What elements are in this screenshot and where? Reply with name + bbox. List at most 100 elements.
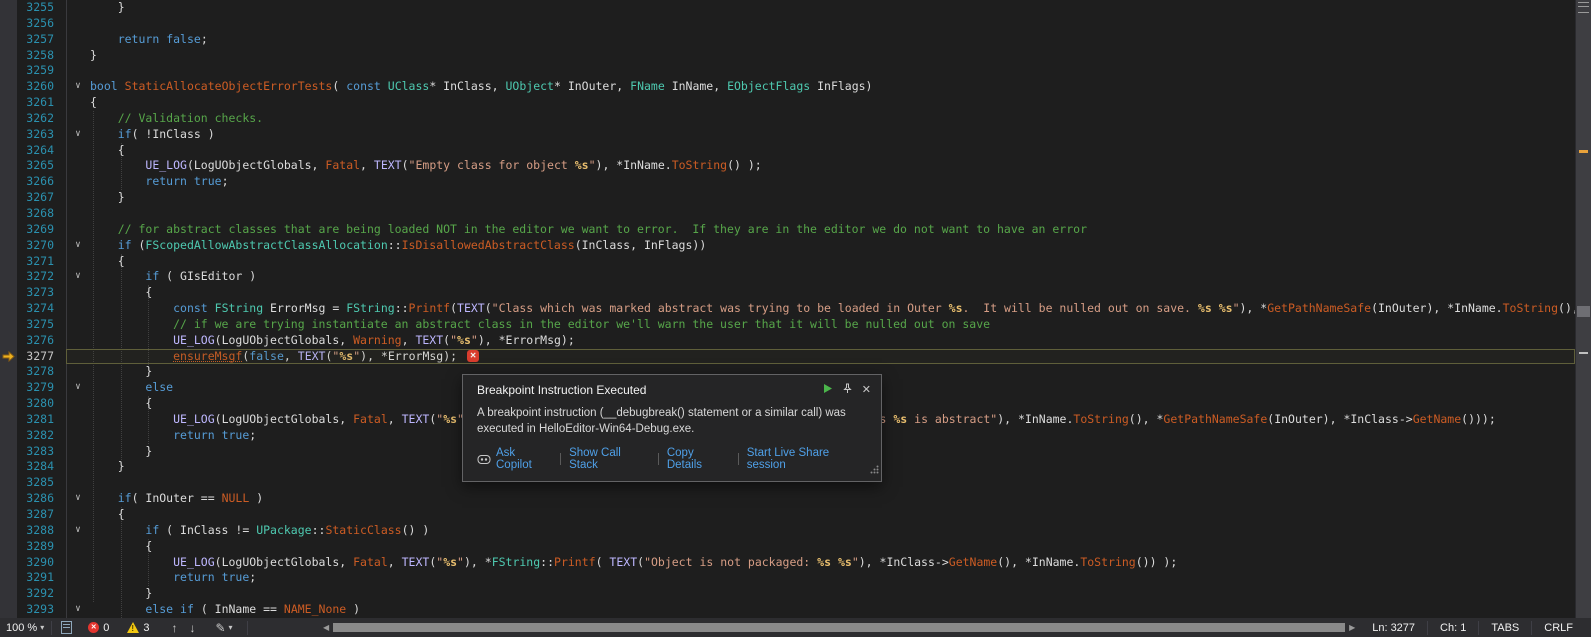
code-line[interactable]: 3271 { [0, 254, 1575, 270]
glyph-margin[interactable] [0, 491, 17, 507]
zoom-control[interactable]: 100 % ▾ [6, 622, 44, 634]
code-text[interactable] [90, 16, 1575, 32]
line-number[interactable]: 3292 [17, 586, 54, 602]
fold-chevron-icon[interactable]: ∨ [66, 523, 90, 539]
glyph-margin[interactable] [0, 174, 17, 190]
code-line[interactable]: 3270∨ if (FScopedAllowAbstractClassAlloc… [0, 238, 1575, 254]
code-text[interactable]: return true; [90, 570, 1575, 586]
glyph-margin[interactable] [0, 428, 17, 444]
document-health-icon[interactable] [61, 621, 72, 634]
glyph-margin[interactable] [0, 317, 17, 333]
close-icon[interactable]: ✕ [862, 385, 871, 396]
code-text[interactable]: } [90, 48, 1575, 64]
code-text[interactable]: UE_LOG(LogUObjectGlobals, Fatal, TEXT("E… [90, 158, 1575, 174]
glyph-margin[interactable] [0, 111, 17, 127]
line-number[interactable]: 3258 [17, 48, 54, 64]
line-number[interactable]: 3264 [17, 143, 54, 159]
ask-copilot-link[interactable]: Ask Copilot [496, 447, 552, 471]
line-number[interactable]: 3269 [17, 222, 54, 238]
line-number[interactable]: 3277 [17, 349, 54, 365]
glyph-margin[interactable] [0, 63, 17, 79]
splitter-grip-icon[interactable] [1578, 2, 1589, 13]
line-number[interactable]: 3261 [17, 95, 54, 111]
code-text[interactable]: if ( InClass != UPackage::StaticClass() … [90, 523, 1575, 539]
resize-grip[interactable] [870, 461, 879, 479]
glyph-margin[interactable] [0, 444, 17, 460]
code-line[interactable]: 3275 // if we are trying instantiate an … [0, 317, 1575, 333]
line-number[interactable]: 3293 [17, 602, 54, 618]
show-call-stack-link[interactable]: Show Call Stack [569, 447, 650, 471]
line-indicator[interactable]: Ln: 3277 [1360, 622, 1427, 634]
code-text[interactable]: if( !InClass ) [90, 127, 1575, 143]
code-text[interactable]: { [90, 539, 1575, 555]
fold-chevron-icon[interactable]: ∨ [66, 269, 90, 285]
code-line[interactable]: 3277 ensureMsgf(false, TEXT("%s"), *Erro… [0, 349, 1575, 365]
navigate-up-icon[interactable]: ↑ [171, 621, 177, 635]
glyph-margin[interactable] [0, 79, 17, 95]
indentation-indicator[interactable]: TABS [1479, 622, 1531, 634]
line-number[interactable]: 3265 [17, 158, 54, 174]
code-line[interactable]: 3267 } [0, 190, 1575, 206]
glyph-margin[interactable] [0, 507, 17, 523]
line-number[interactable]: 3257 [17, 32, 54, 48]
code-text[interactable]: UE_LOG(LogUObjectGlobals, Warning, TEXT(… [90, 333, 1575, 349]
glyph-margin[interactable] [0, 602, 17, 618]
scroll-right-icon[interactable]: ▶ [1347, 623, 1357, 632]
scrollbar-thumb[interactable] [1577, 306, 1590, 317]
code-line[interactable]: 3262 // Validation checks. [0, 111, 1575, 127]
glyph-margin[interactable] [0, 333, 17, 349]
glyph-margin[interactable] [0, 380, 17, 396]
code-line[interactable]: 3274 const FString ErrorMsg = FString::P… [0, 301, 1575, 317]
code-text[interactable] [90, 206, 1575, 222]
continue-execution-icon[interactable] [822, 383, 833, 397]
code-line[interactable]: 3290 UE_LOG(LogUObjectGlobals, Fatal, TE… [0, 555, 1575, 571]
glyph-margin[interactable] [0, 285, 17, 301]
line-number[interactable]: 3288 [17, 523, 54, 539]
glyph-margin[interactable] [0, 586, 17, 602]
code-line[interactable]: 3289 { [0, 539, 1575, 555]
code-text[interactable]: } [90, 0, 1575, 16]
fold-chevron-icon[interactable]: ∨ [66, 380, 90, 396]
fold-chevron-icon[interactable]: ∨ [66, 602, 90, 618]
code-text[interactable]: } [90, 190, 1575, 206]
line-number[interactable]: 3287 [17, 507, 54, 523]
fold-chevron-icon[interactable]: ∨ [66, 127, 90, 143]
code-line[interactable]: 3292 } [0, 586, 1575, 602]
horizontal-scrollbar-thumb[interactable] [333, 623, 1345, 632]
glyph-margin[interactable] [0, 570, 17, 586]
code-text[interactable]: { [90, 143, 1575, 159]
code-line[interactable]: 3272∨ if ( GIsEditor ) [0, 269, 1575, 285]
glyph-margin[interactable] [0, 238, 17, 254]
glyph-margin[interactable] [0, 459, 17, 475]
line-number[interactable]: 3275 [17, 317, 54, 333]
glyph-margin[interactable] [0, 396, 17, 412]
line-number[interactable]: 3268 [17, 206, 54, 222]
annotation-pen-control[interactable]: ✎ ▾ [215, 621, 232, 635]
line-number[interactable]: 3270 [17, 238, 54, 254]
line-number[interactable]: 3260 [17, 79, 54, 95]
glyph-margin[interactable] [0, 32, 17, 48]
code-text[interactable]: // for abstract classes that are being l… [90, 222, 1575, 238]
line-number[interactable]: 3255 [17, 0, 54, 16]
glyph-margin[interactable] [0, 222, 17, 238]
code-text[interactable]: return false; [90, 32, 1575, 48]
line-number[interactable]: 3281 [17, 412, 54, 428]
vertical-scrollbar[interactable] [1575, 0, 1591, 618]
line-number[interactable]: 3290 [17, 555, 54, 571]
code-text[interactable]: if( InOuter == NULL ) [90, 491, 1575, 507]
glyph-margin[interactable] [0, 0, 17, 16]
glyph-margin[interactable] [0, 475, 17, 491]
glyph-margin[interactable] [0, 539, 17, 555]
code-line[interactable]: 3260∨bool StaticAllocateObjectErrorTests… [0, 79, 1575, 95]
line-number[interactable]: 3291 [17, 570, 54, 586]
glyph-margin[interactable] [0, 143, 17, 159]
fold-chevron-icon[interactable]: ∨ [66, 238, 90, 254]
line-number[interactable]: 3282 [17, 428, 54, 444]
line-number[interactable]: 3274 [17, 301, 54, 317]
code-text[interactable]: { [90, 95, 1575, 111]
glyph-margin[interactable] [0, 555, 17, 571]
line-number[interactable]: 3266 [17, 174, 54, 190]
code-line[interactable]: 3258} [0, 48, 1575, 64]
code-text[interactable]: // if we are trying instantiate an abstr… [90, 317, 1575, 333]
glyph-margin[interactable] [0, 158, 17, 174]
